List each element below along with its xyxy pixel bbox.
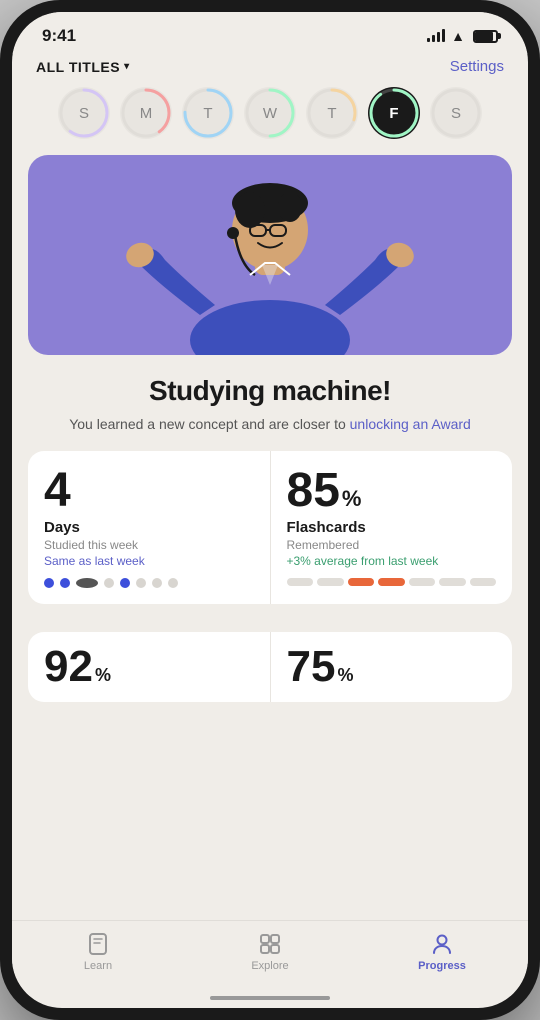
stat-second-right: 75 % bbox=[271, 632, 513, 702]
stats-row2: 92 % 75 % bbox=[28, 632, 512, 702]
dot-2 bbox=[60, 578, 70, 588]
dot-5 bbox=[120, 578, 130, 588]
stat-flashcards-label: Flashcards bbox=[287, 519, 497, 536]
status-time: 9:41 bbox=[42, 26, 76, 46]
dot-3 bbox=[76, 578, 98, 588]
stat-second-right-number: 75 % bbox=[287, 645, 497, 689]
wifi-icon: ▲ bbox=[451, 28, 465, 44]
stat-days-change: Same as last week bbox=[44, 554, 254, 568]
dot-indicators bbox=[44, 578, 254, 588]
battery-icon bbox=[473, 30, 498, 43]
day-circle-wed[interactable]: W bbox=[244, 87, 296, 139]
day-circle-mon[interactable]: M bbox=[120, 87, 172, 139]
day-circle-fri[interactable]: F bbox=[368, 87, 420, 139]
day-circle-tue[interactable]: T bbox=[182, 87, 234, 139]
chevron-down-icon: ▾ bbox=[124, 61, 130, 72]
bar-indicators bbox=[287, 578, 497, 586]
stat-days: 4 Days Studied this week Same as last we… bbox=[28, 451, 271, 604]
progress-icon bbox=[429, 931, 455, 957]
signal-icon bbox=[427, 30, 445, 42]
bar-7 bbox=[470, 578, 497, 586]
dot-6 bbox=[136, 578, 146, 588]
award-link[interactable]: unlocking an Award bbox=[350, 416, 471, 432]
hero-subtitle: You learned a new concept and are closer… bbox=[42, 415, 498, 435]
day-circle-sun[interactable]: S bbox=[58, 87, 110, 139]
stat-flashcards-sublabel: Remembered bbox=[287, 538, 497, 552]
header: ALL TITLES ▾ Settings bbox=[12, 54, 528, 87]
bar-4 bbox=[378, 578, 405, 586]
nav-item-progress[interactable]: Progress bbox=[402, 931, 482, 972]
bar-6 bbox=[439, 578, 466, 586]
phone-shell: 9:41 ▲ ALL TITLES ▾ Settings bbox=[0, 0, 540, 1020]
stat-flashcards-change: +3% average from last week bbox=[287, 554, 497, 568]
phone-screen: 9:41 ▲ ALL TITLES ▾ Settings bbox=[12, 12, 528, 1008]
all-titles-button[interactable]: ALL TITLES ▾ bbox=[36, 59, 130, 75]
learn-icon bbox=[85, 931, 111, 957]
stats-row: 4 Days Studied this week Same as last we… bbox=[28, 451, 512, 604]
day-circle-thu[interactable]: T bbox=[306, 87, 358, 139]
bar-1 bbox=[287, 578, 314, 586]
dot-4 bbox=[104, 578, 114, 588]
title-section: Studying machine! You learned a new conc… bbox=[12, 375, 528, 451]
bar-3 bbox=[348, 578, 375, 586]
dot-7 bbox=[152, 578, 162, 588]
dot-1 bbox=[44, 578, 54, 588]
all-titles-label: ALL TITLES bbox=[36, 59, 120, 75]
nav-item-explore[interactable]: Explore bbox=[230, 931, 310, 972]
stat-flashcards: 85 % Flashcards Remembered +3% average f… bbox=[271, 451, 513, 604]
stat-flashcards-number: 85 % bbox=[287, 467, 497, 515]
nav-learn-label: Learn bbox=[84, 960, 112, 972]
status-bar: 9:41 ▲ bbox=[12, 12, 528, 54]
stat-second-left: 92 % bbox=[28, 632, 271, 702]
status-icons: ▲ bbox=[427, 28, 498, 44]
hero-card bbox=[28, 155, 512, 355]
nav-explore-label: Explore bbox=[251, 960, 288, 972]
bar-5 bbox=[409, 578, 436, 586]
nav-progress-label: Progress bbox=[418, 960, 466, 972]
dot-8 bbox=[168, 578, 178, 588]
explore-icon bbox=[257, 931, 283, 957]
stat-days-label: Days bbox=[44, 519, 254, 536]
day-circle-sat[interactable]: S bbox=[430, 87, 482, 139]
stat-second-left-number: 92 % bbox=[44, 645, 254, 689]
hero-title: Studying machine! bbox=[42, 375, 498, 407]
nav-item-learn[interactable]: Learn bbox=[58, 931, 138, 972]
home-indicator bbox=[210, 996, 330, 1000]
stat-days-sublabel: Studied this week bbox=[44, 538, 254, 552]
stat-days-number: 4 bbox=[44, 467, 254, 515]
bar-2 bbox=[317, 578, 344, 586]
day-circles: S M T W T bbox=[12, 87, 528, 155]
settings-button[interactable]: Settings bbox=[450, 58, 504, 75]
bottom-nav: Learn Explore Progress bbox=[12, 920, 528, 996]
